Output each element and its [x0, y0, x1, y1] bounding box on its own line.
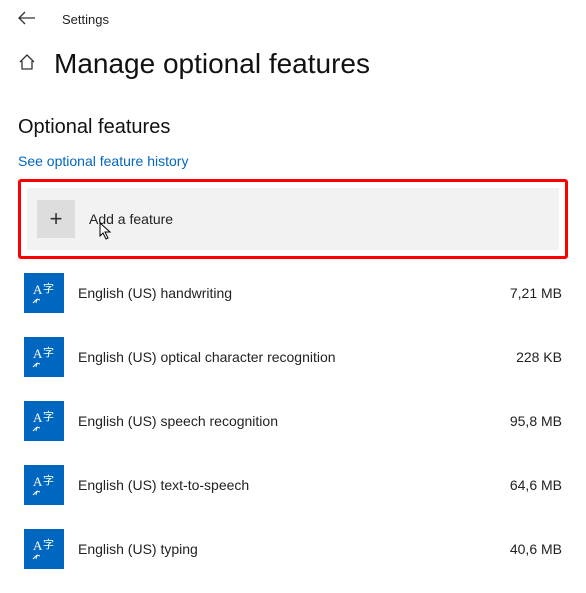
feature-item[interactable]: A 字 English (US) speech recognition 95,8… [24, 401, 562, 441]
language-icon: A 字 [24, 529, 64, 569]
plus-icon: + [37, 200, 75, 238]
svg-text:A: A [33, 474, 43, 489]
add-feature-button[interactable]: + Add a feature [27, 188, 559, 250]
page-title-row: Manage optional features [0, 34, 586, 98]
feature-size: 40,6 MB [482, 541, 562, 557]
highlight-annotation: + Add a feature [18, 179, 568, 259]
language-icon: A 字 [24, 401, 64, 441]
language-icon: A 字 [24, 337, 64, 377]
svg-text:A: A [33, 282, 43, 297]
app-title: Settings [62, 12, 109, 27]
svg-text:字: 字 [43, 537, 54, 551]
svg-text:字: 字 [43, 473, 54, 487]
add-feature-label: Add a feature [89, 211, 173, 227]
page-title: Manage optional features [54, 48, 370, 80]
svg-text:字: 字 [43, 409, 54, 423]
language-icon: A 字 [24, 465, 64, 505]
feature-size: 228 KB [482, 349, 562, 365]
arrow-left-icon [18, 11, 36, 25]
feature-label: English (US) handwriting [78, 285, 482, 301]
history-link[interactable]: See optional feature history [18, 153, 188, 169]
feature-label: English (US) typing [78, 541, 482, 557]
feature-list: A 字 English (US) handwriting 7,21 MB A 字… [18, 273, 568, 569]
feature-size: 7,21 MB [482, 285, 562, 301]
language-icon: A 字 [24, 273, 64, 313]
back-button[interactable] [18, 10, 36, 28]
svg-text:字: 字 [43, 345, 54, 359]
feature-item[interactable]: A 字 English (US) optical character recog… [24, 337, 562, 377]
feature-size: 95,8 MB [482, 413, 562, 429]
feature-label: English (US) text-to-speech [78, 477, 482, 493]
feature-item[interactable]: A 字 English (US) typing 40,6 MB [24, 529, 562, 569]
feature-size: 64,6 MB [482, 477, 562, 493]
feature-item[interactable]: A 字 English (US) handwriting 7,21 MB [24, 273, 562, 313]
svg-text:A: A [33, 538, 43, 553]
section-title: Optional features [18, 116, 568, 139]
svg-text:A: A [33, 346, 43, 361]
feature-item[interactable]: A 字 English (US) text-to-speech 64,6 MB [24, 465, 562, 505]
svg-text:字: 字 [43, 281, 54, 295]
feature-label: English (US) optical character recogniti… [78, 349, 482, 365]
svg-text:A: A [33, 410, 43, 425]
feature-label: English (US) speech recognition [78, 413, 482, 429]
home-icon[interactable] [18, 53, 36, 76]
window-header: Settings [0, 0, 586, 34]
